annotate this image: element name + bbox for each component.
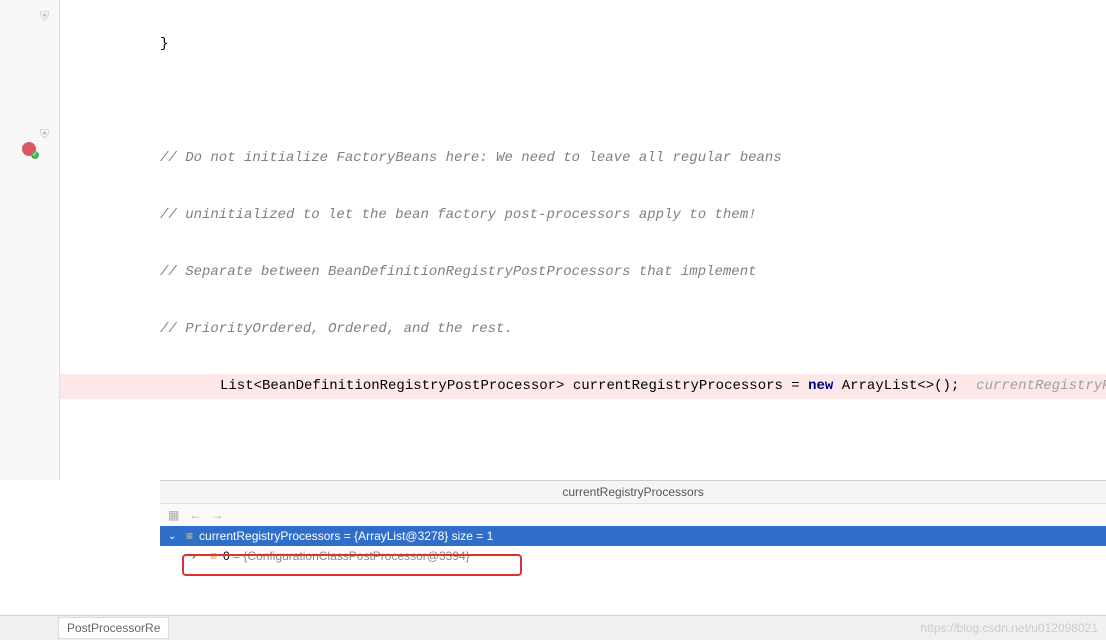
shield-icon: ⛨ <box>40 128 49 142</box>
code-text: List<BeanDefinitionRegistryPostProcessor… <box>60 378 1106 394</box>
var-name: currentRegistryProcessors <box>199 529 340 543</box>
variable-row-root[interactable]: ⌄ ≡ currentRegistryProcessors = {ArrayLi… <box>160 526 1106 546</box>
debug-panel-title: currentRegistryProcessors <box>160 481 1106 504</box>
watermark-text: https://blog.csdn.net/u012098021 <box>921 621 1098 635</box>
comment: // uninitialized to let the bean factory… <box>160 207 757 223</box>
forward-icon[interactable]: → <box>211 508 223 522</box>
breakpoint-icon[interactable] <box>22 142 36 161</box>
status-bar: PostProcessorRe https://blog.csdn.net/u0… <box>0 615 1106 640</box>
back-icon[interactable]: ← <box>189 508 201 522</box>
expand-icon[interactable]: ⌄ <box>168 531 180 542</box>
comment: // Do not initialize FactoryBeans here: … <box>160 150 782 166</box>
code-editor[interactable]: } // Do not initialize FactoryBeans here… <box>60 0 1106 480</box>
comment: // PriorityOrdered, Ordered, and the res… <box>160 321 513 337</box>
toolbar-icon[interactable]: ▦ <box>168 508 179 522</box>
file-tab[interactable]: PostProcessorRe <box>58 617 169 639</box>
debug-toolbar: ▦ ← → <box>160 504 1106 526</box>
editor-gutter: ⛨ ⛨ <box>0 0 60 480</box>
comment: // Separate between BeanDefinitionRegist… <box>160 264 757 280</box>
debug-variables-panel[interactable]: currentRegistryProcessors ▦ ← → ⌄ ≡ curr… <box>160 480 1106 615</box>
var-value: = {ArrayList@3278} size = 1 <box>340 529 493 543</box>
brace: } <box>160 36 168 52</box>
shield-icon: ⛨ <box>40 10 49 24</box>
highlight-box <box>182 554 522 576</box>
object-icon: ≡ <box>186 529 193 543</box>
